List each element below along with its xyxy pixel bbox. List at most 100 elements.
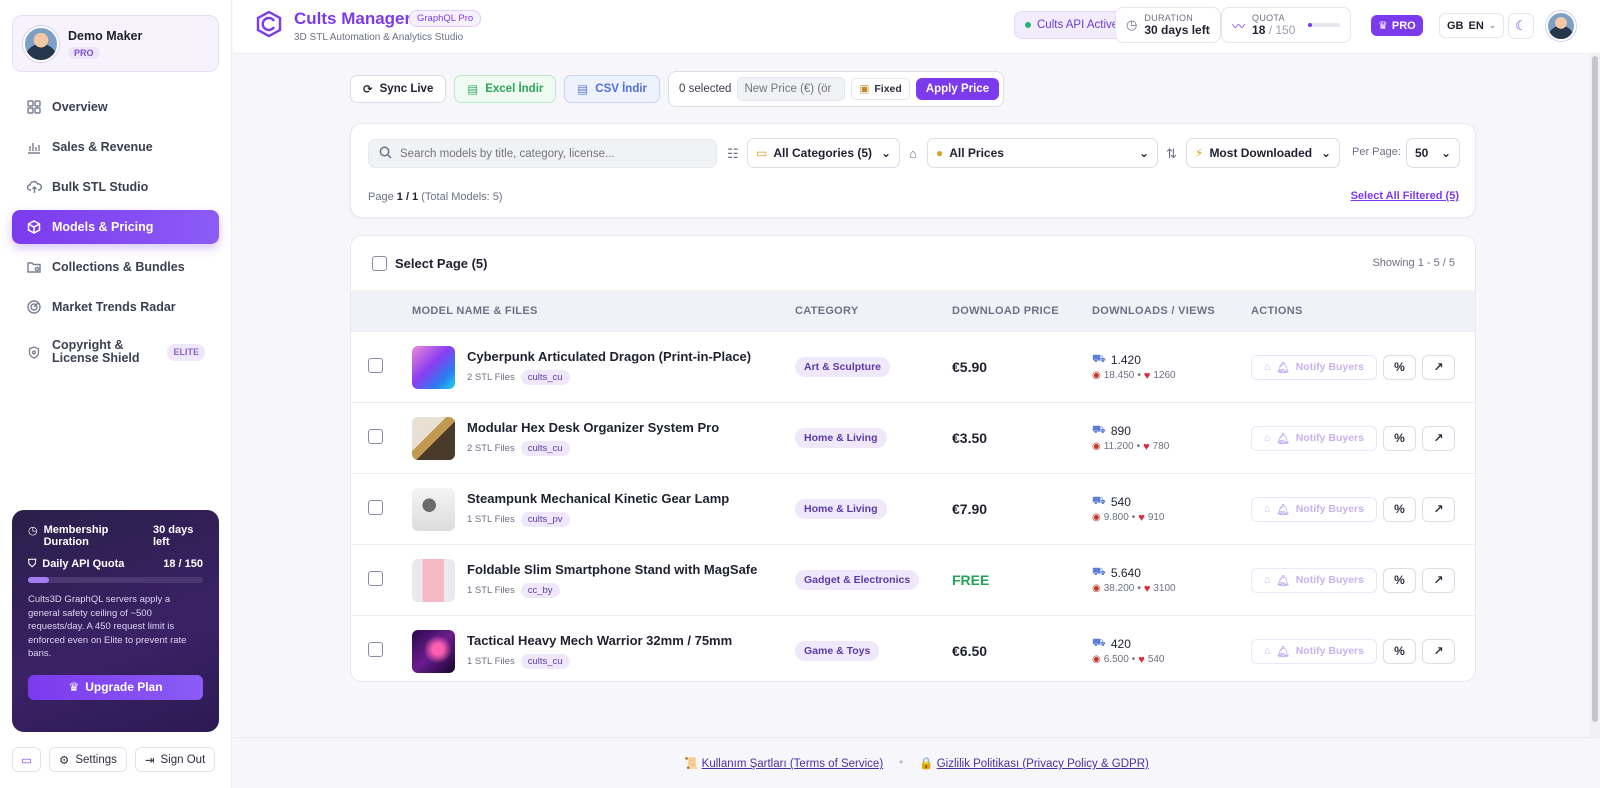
chat-button[interactable]: ▭ xyxy=(12,747,41,772)
download-price: €7.90 xyxy=(952,501,988,517)
select-all-filtered-link[interactable]: Select All Filtered (5) xyxy=(1351,190,1459,202)
cloud-upload-icon xyxy=(26,179,42,195)
clock-icon: ◷ xyxy=(1126,17,1138,32)
model-name[interactable]: Tactical Heavy Mech Warrior 32mm / 75mm xyxy=(467,633,732,648)
terms-link[interactable]: Kullanım Şartları (Terms of Service) xyxy=(702,758,884,770)
notify-buyers-label: Notify Buyers xyxy=(1295,574,1364,586)
action-toolbar: ⟳ Sync Live ▤ Excel İndir ▤ CSV İndir 0 sel… xyxy=(350,71,1005,107)
bullet-separator: • xyxy=(1137,583,1141,594)
lock-icon: ⌂ xyxy=(1264,645,1271,657)
row-checkbox[interactable] xyxy=(368,429,383,444)
model-thumbnail[interactable] xyxy=(412,487,455,531)
open-external-button[interactable]: ↗ xyxy=(1422,354,1455,380)
sign-out-button[interactable]: ⇥ Sign Out xyxy=(134,747,216,772)
notify-buyers-button[interactable]: ⌂ 🔔︎ Notify Buyers xyxy=(1251,496,1377,522)
sidebar-item-copyright-shield[interactable]: Copyright & License Shield ELITE xyxy=(12,330,219,374)
sidebar-item-models-pricing[interactable]: Models & Pricing xyxy=(12,210,219,244)
excel-download-button[interactable]: ▤ Excel İndir xyxy=(454,75,557,103)
column-header-model[interactable]: MODEL NAME & FILES xyxy=(412,305,795,317)
bullet-separator: • xyxy=(1131,654,1136,665)
price-mode-fixed-button[interactable]: ▣ Fixed xyxy=(851,78,910,100)
notify-buyers-button[interactable]: ⌂ 🔔︎ Notify Buyers xyxy=(1251,638,1377,664)
eye-icon: ◉ xyxy=(1092,441,1101,452)
pro-badge[interactable]: ♛ PRO xyxy=(1371,15,1423,36)
notify-buyers-label: Notify Buyers xyxy=(1295,503,1364,515)
download-price: €6.50 xyxy=(952,643,988,659)
file-count: 1 STL Files xyxy=(467,514,515,525)
model-thumbnail[interactable] xyxy=(412,629,455,673)
discount-button[interactable]: % xyxy=(1383,425,1416,451)
search-input[interactable] xyxy=(400,147,700,160)
cults-logo-icon xyxy=(256,10,282,38)
discount-button[interactable]: % xyxy=(1383,354,1416,380)
upgrade-plan-button[interactable]: ♛ Upgrade Plan xyxy=(28,674,203,700)
sort-select[interactable]: ⚡ Most Downloaded ⌄ xyxy=(1186,138,1340,168)
notify-buyers-button[interactable]: ⌂ 🔔︎ Notify Buyers xyxy=(1251,567,1377,593)
sidebar-item-bulk-stl[interactable]: Bulk STL Studio xyxy=(12,170,219,204)
column-header-downloads[interactable]: DOWNLOADS / VIEWS xyxy=(1092,305,1251,317)
per-page-select[interactable]: 50 ⌄ xyxy=(1406,138,1460,168)
download-icon: ⛟ xyxy=(1092,494,1106,507)
row-checkbox[interactable] xyxy=(368,571,383,586)
download-count: 420 xyxy=(1110,636,1131,651)
user-name: Demo Maker xyxy=(68,28,143,43)
chat-icon: ▭ xyxy=(21,754,32,767)
membership-duration-label: Membership Duration xyxy=(43,524,109,548)
eye-icon: ◉ xyxy=(1092,370,1101,381)
csv-download-button[interactable]: ▤ CSV İndir xyxy=(564,75,661,103)
select-page-label: Select Page (5) xyxy=(395,255,488,271)
quota-progress xyxy=(28,577,203,583)
page-scrollbar[interactable] xyxy=(1590,54,1600,737)
category-select[interactable]: ▭ All Categories (5) ⌄ xyxy=(747,138,900,168)
model-thumbnail[interactable] xyxy=(412,345,455,389)
model-name[interactable]: Cyberpunk Articulated Dragon (Print-in-P… xyxy=(467,349,751,364)
sidebar-item-overview[interactable]: Overview xyxy=(12,90,219,124)
eye-icon: ◉ xyxy=(1092,512,1101,523)
external-link-icon: ↗ xyxy=(1433,502,1444,516)
open-external-button[interactable]: ↗ xyxy=(1422,638,1455,664)
open-external-button[interactable]: ↗ xyxy=(1422,425,1455,451)
language-selector[interactable]: GB EN ⌄ xyxy=(1439,13,1505,38)
chevron-down-icon: ⌄ xyxy=(1320,146,1331,160)
footer-separator: • xyxy=(899,757,904,769)
settings-button[interactable]: ⚙ Settings xyxy=(49,747,127,772)
brand-subtitle: 3D STL Automation & Analytics Studio xyxy=(294,32,464,43)
select-page-checkbox[interactable] xyxy=(372,255,387,271)
model-name[interactable]: Modular Hex Desk Organizer System Pro xyxy=(467,420,719,435)
discount-button[interactable]: % xyxy=(1383,638,1416,664)
user-card[interactable]: Demo Maker PRO xyxy=(12,15,219,72)
column-header-price[interactable]: DOWNLOAD PRICE xyxy=(952,305,1092,317)
lock-icon: ⌂ xyxy=(1264,361,1271,373)
model-thumbnail[interactable] xyxy=(412,416,455,460)
discount-button[interactable]: % xyxy=(1383,496,1416,522)
privacy-link[interactable]: Gizlilik Politikası (Privacy Policy & GD… xyxy=(937,758,1149,770)
sync-live-button[interactable]: ⟳ Sync Live xyxy=(350,75,447,103)
sort-value: Most Downloaded xyxy=(1209,146,1313,160)
percent-icon: % xyxy=(1394,644,1405,658)
open-external-button[interactable]: ↗ xyxy=(1422,496,1455,522)
sliders-icon[interactable]: ☷ xyxy=(727,146,739,162)
row-checkbox[interactable] xyxy=(368,642,383,657)
new-price-input[interactable] xyxy=(737,77,846,101)
file-icon: ▤ xyxy=(577,84,589,96)
discount-button[interactable]: % xyxy=(1383,567,1416,593)
row-checkbox[interactable] xyxy=(368,500,383,515)
sidebar-item-sales[interactable]: Sales & Revenue xyxy=(12,130,219,164)
model-name[interactable]: Steampunk Mechanical Kinetic Gear Lamp xyxy=(467,491,729,506)
open-external-button[interactable]: ↗ xyxy=(1422,567,1455,593)
price-filter-select[interactable]: ● All Prices ⌄ xyxy=(927,138,1158,168)
column-header-category[interactable]: CATEGORY xyxy=(795,305,952,317)
download-count: 5.640 xyxy=(1110,565,1141,580)
notify-buyers-button[interactable]: ⌂ 🔔︎ Notify Buyers xyxy=(1251,354,1377,380)
sidebar-item-market-trends[interactable]: Market Trends Radar xyxy=(12,290,219,324)
avatar[interactable] xyxy=(1546,11,1576,41)
theme-toggle-button[interactable]: ☾ xyxy=(1508,13,1534,39)
eye-icon: ◉ xyxy=(1092,583,1101,594)
sidebar-item-label: Models & Pricing xyxy=(52,220,154,234)
apply-price-button[interactable]: Apply Price xyxy=(915,78,1000,100)
model-thumbnail[interactable] xyxy=(412,558,455,602)
model-name[interactable]: Foldable Slim Smartphone Stand with MagS… xyxy=(467,562,757,577)
notify-buyers-button[interactable]: ⌂ 🔔︎ Notify Buyers xyxy=(1251,425,1377,451)
row-checkbox[interactable] xyxy=(368,358,383,373)
sidebar-item-collections[interactable]: Collections & Bundles xyxy=(12,250,219,284)
